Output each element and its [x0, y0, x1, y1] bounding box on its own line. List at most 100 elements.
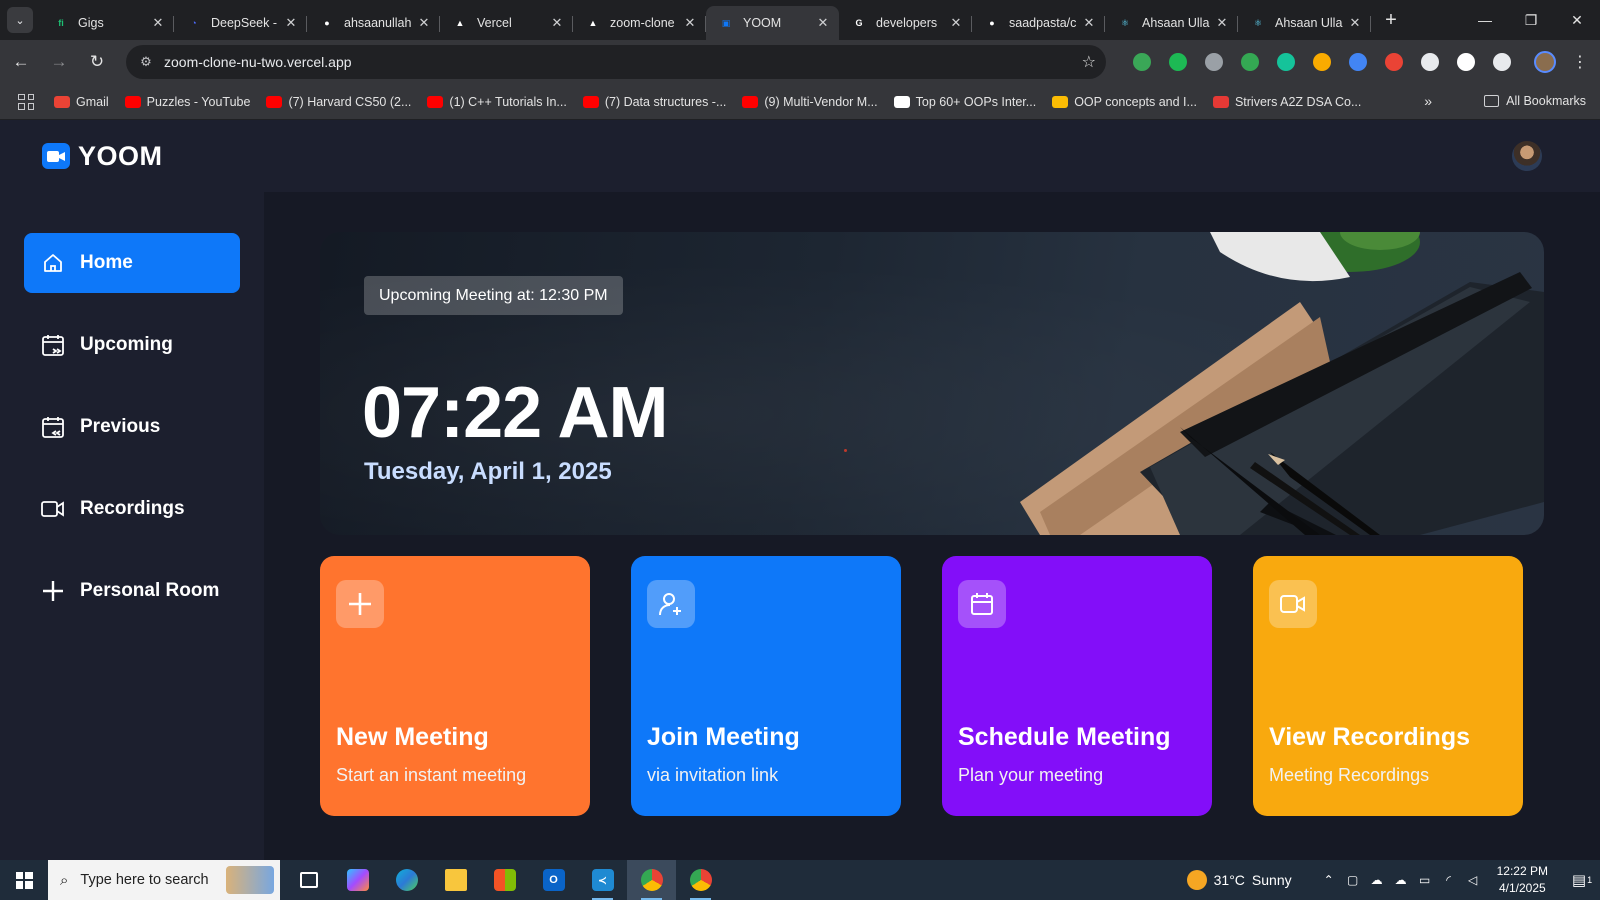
- browser-tab[interactable]: ⚛ Ahsaan Ulla ✕: [1238, 6, 1371, 40]
- notification-center-button[interactable]: ▤ 1: [1564, 860, 1600, 900]
- brand-logo[interactable]: YOOM: [42, 141, 163, 172]
- close-tab-icon[interactable]: ✕: [1214, 15, 1230, 31]
- reload-button[interactable]: ↻: [80, 45, 114, 79]
- new-meeting-card[interactable]: New Meeting Start an instant meeting: [320, 556, 590, 816]
- extension-icon[interactable]: [1493, 53, 1511, 71]
- chrome-profile-icon[interactable]: [676, 860, 725, 900]
- schedule-meeting-card[interactable]: Schedule Meeting Plan your meeting: [942, 556, 1212, 816]
- browser-tab[interactable]: ● saadpasta/c ✕: [972, 6, 1105, 40]
- site-info-icon[interactable]: ⚙: [136, 52, 156, 72]
- forward-button[interactable]: →: [42, 45, 76, 79]
- close-tab-icon[interactable]: ✕: [815, 15, 831, 31]
- address-url[interactable]: zoom-clone-nu-two.vercel.app: [164, 54, 1082, 70]
- user-avatar[interactable]: [1512, 141, 1542, 171]
- minimize-button[interactable]: —: [1462, 0, 1508, 40]
- address-bar[interactable]: ⚙ zoom-clone-nu-two.vercel.app ☆: [126, 45, 1106, 79]
- sidebar-item-recordings[interactable]: Recordings: [24, 479, 240, 539]
- close-tab-icon[interactable]: ✕: [1081, 15, 1097, 31]
- sidebar: Home Upcoming Previous Recordings Person…: [0, 192, 264, 860]
- calendar-upcoming-icon: [40, 332, 66, 358]
- bookmark-star-icon[interactable]: ☆: [1082, 52, 1096, 72]
- weather-widget[interactable]: 31°C Sunny: [1186, 870, 1299, 890]
- close-tab-icon[interactable]: ✕: [549, 15, 565, 31]
- all-bookmarks-button[interactable]: All Bookmarks: [1484, 94, 1586, 108]
- new-tab-button[interactable]: +: [1377, 6, 1405, 34]
- browser-tab[interactable]: ⚛ Ahsaan Ulla ✕: [1105, 6, 1238, 40]
- bookmark-item[interactable]: Gmail: [54, 95, 109, 109]
- file-explorer-icon[interactable]: [431, 860, 480, 900]
- sidebar-item-personal-room[interactable]: Personal Room: [24, 561, 240, 621]
- onedrive-icon[interactable]: ☁: [1366, 873, 1388, 887]
- taskbar-search[interactable]: ⌕ Type here to search: [48, 860, 280, 900]
- extension-icon[interactable]: [1277, 53, 1295, 71]
- browser-tab[interactable]: Gdevelopers ✕: [839, 6, 972, 40]
- extension-icon[interactable]: [1241, 53, 1259, 71]
- bookmark-item[interactable]: Strivers A2Z DSA Co...: [1212, 95, 1361, 109]
- cloud-icon[interactable]: ☁: [1390, 873, 1412, 887]
- chevron-up-icon[interactable]: ⌃: [1318, 873, 1340, 887]
- sidebar-item-previous[interactable]: Previous: [24, 397, 240, 457]
- sidebar-item-upcoming[interactable]: Upcoming: [24, 315, 240, 375]
- close-tab-icon[interactable]: ✕: [283, 15, 299, 31]
- close-tab-icon[interactable]: ✕: [948, 15, 964, 31]
- outlook-icon[interactable]: O: [529, 860, 578, 900]
- close-window-button[interactable]: ✕: [1554, 0, 1600, 40]
- browser-tab[interactable]: ▲ Vercel ✕: [440, 6, 573, 40]
- tab-list: fi Gigs ✕ ◔ DeepSeek - ✕ ● ahsaanullah ✕ ▲ Vercel ✕…: [41, 0, 1371, 40]
- browser-tab[interactable]: ● ahsaanullah ✕: [307, 6, 440, 40]
- bookmark-favicon-icon: [427, 95, 444, 108]
- join-meeting-card[interactable]: Join Meeting via invitation link: [631, 556, 901, 816]
- volume-icon[interactable]: ◁: [1462, 873, 1484, 887]
- extension-icon[interactable]: [1349, 53, 1367, 71]
- browser-tab[interactable]: fi Gigs ✕: [41, 6, 174, 40]
- browser-tab[interactable]: ◔ DeepSeek - ✕: [174, 6, 307, 40]
- wifi-icon[interactable]: ◜: [1438, 873, 1460, 887]
- extension-icon[interactable]: [1457, 53, 1475, 71]
- close-tab-icon[interactable]: ✕: [150, 15, 166, 31]
- start-button[interactable]: [0, 860, 48, 900]
- bookmark-item[interactable]: (7) Data structures -...: [582, 95, 726, 109]
- copilot-icon[interactable]: [333, 860, 382, 900]
- add-user-icon: [647, 580, 695, 628]
- close-tab-icon[interactable]: ✕: [1347, 15, 1363, 31]
- search-highlight-image: [226, 866, 274, 894]
- view-recordings-card[interactable]: View Recordings Meeting Recordings: [1253, 556, 1523, 816]
- restore-button[interactable]: ❐: [1508, 0, 1554, 40]
- extension-icon[interactable]: [1421, 53, 1439, 71]
- tab-search-button[interactable]: ⌄: [7, 7, 33, 33]
- extension-icon[interactable]: [1133, 53, 1151, 71]
- back-button[interactable]: ←: [4, 45, 38, 79]
- browser-tab[interactable]: ▣ YOOM ✕: [706, 6, 839, 40]
- microsoft-store-icon[interactable]: [480, 860, 529, 900]
- close-tab-icon[interactable]: ✕: [682, 15, 698, 31]
- bookmark-item[interactable]: (9) Multi-Vendor M...: [742, 95, 878, 109]
- meet-icon[interactable]: ▢: [1342, 873, 1364, 887]
- weather-text: Sunny: [1251, 872, 1292, 888]
- profile-avatar[interactable]: [1534, 51, 1556, 73]
- apps-grid-icon[interactable]: [18, 93, 34, 110]
- bookmark-label: (7) Harvard CS50 (2...: [288, 94, 412, 109]
- bookmarks-overflow-icon[interactable]: »: [1424, 93, 1432, 109]
- hero-banner: Upcoming Meeting at: 12:30 PM 07:22 AM T…: [320, 232, 1544, 535]
- close-tab-icon[interactable]: ✕: [416, 15, 432, 31]
- main-content: Upcoming Meeting at: 12:30 PM 07:22 AM T…: [264, 192, 1600, 860]
- bookmark-item[interactable]: OOP concepts and I...: [1052, 95, 1197, 109]
- sidebar-item-label: Recordings: [80, 498, 185, 519]
- edge-icon[interactable]: [382, 860, 431, 900]
- chrome-icon[interactable]: [627, 860, 676, 900]
- task-view-button[interactable]: [284, 860, 333, 900]
- browser-tab[interactable]: ▲ zoom-clone ✕: [573, 6, 706, 40]
- extension-icon[interactable]: [1169, 53, 1187, 71]
- vscode-icon[interactable]: ≺: [578, 860, 627, 900]
- sidebar-item-home[interactable]: Home: [24, 233, 240, 293]
- bookmark-item[interactable]: Puzzles - YouTube: [124, 95, 250, 109]
- taskbar-clock[interactable]: 12:22 PM 4/1/2025: [1497, 863, 1548, 897]
- extension-icon[interactable]: [1205, 53, 1223, 71]
- bookmark-item[interactable]: (1) C++ Tutorials In...: [427, 95, 567, 109]
- extension-icon[interactable]: [1385, 53, 1403, 71]
- bookmark-item[interactable]: Top 60+ OOPs Inter...: [893, 95, 1036, 109]
- extension-icon[interactable]: [1313, 53, 1331, 71]
- battery-icon[interactable]: ▭: [1414, 873, 1436, 887]
- bookmark-item[interactable]: (7) Harvard CS50 (2...: [266, 95, 411, 109]
- menu-kebab-icon[interactable]: ⋮: [1572, 52, 1588, 72]
